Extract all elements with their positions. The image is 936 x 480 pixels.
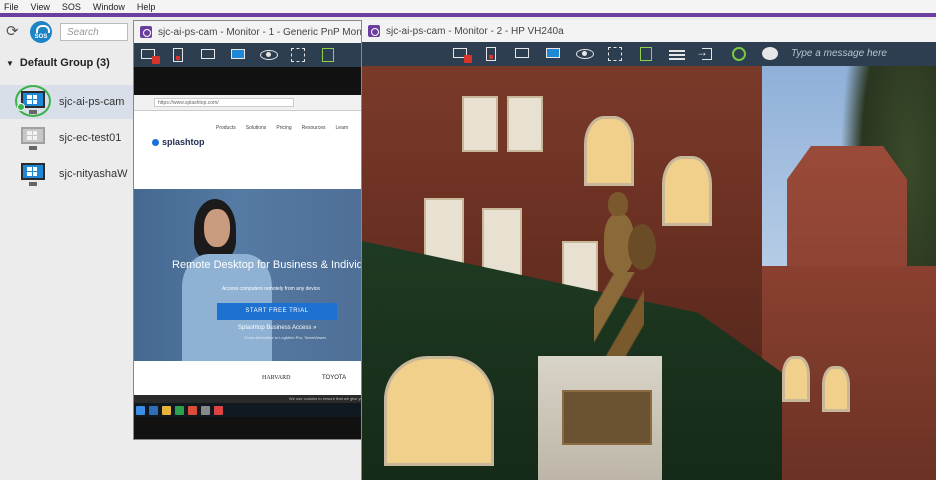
left-toolbar: ⟳ SOS Search (0, 17, 135, 47)
lit-arched-window (782, 356, 810, 402)
sos-icon[interactable]: SOS (30, 21, 52, 43)
device-name: sjc-nityashaW (59, 168, 128, 180)
record-icon[interactable] (483, 47, 501, 61)
cookie-banner: We use cookies to ensure that we give yo… (134, 395, 362, 403)
business-access-link: Splashtop Business Access » (238, 325, 317, 331)
browser-address-bar: https://www.splashtop.com/ (134, 95, 362, 111)
chat-icon[interactable] (762, 47, 780, 61)
switch-monitor-icon[interactable] (200, 48, 218, 62)
menu-view[interactable]: View (27, 2, 58, 12)
fullscreen-icon[interactable] (607, 47, 625, 61)
building-window (462, 96, 498, 152)
group-label: Default Group (3) (19, 57, 110, 69)
windows-monitor-icon (19, 125, 47, 151)
view-only-eye-icon[interactable] (260, 48, 278, 62)
start-icon (136, 405, 145, 415)
hero-person-image (182, 199, 282, 369)
nav-link: Pricing (276, 125, 292, 131)
menu-window[interactable]: Window (89, 2, 133, 12)
remote-screen-2[interactable] (362, 66, 936, 480)
menu-sos[interactable]: SOS (58, 2, 89, 12)
menu-file[interactable]: File (0, 2, 27, 12)
windows-monitor-icon (19, 161, 47, 187)
splashtop-app-icon (368, 25, 380, 37)
lit-arched-window (822, 366, 850, 412)
menu-help[interactable]: Help (133, 2, 164, 12)
remote-window-monitor-2[interactable]: sjc-ai-ps-cam - Monitor - 2 - HP VH240a … (361, 20, 936, 480)
logo-text: splashtop (162, 137, 205, 147)
bronze-plaque (562, 390, 652, 445)
file-transfer-icon[interactable] (696, 45, 718, 61)
nav-link: Products (216, 125, 236, 131)
building-window (507, 96, 543, 152)
screen-share-icon[interactable] (638, 47, 656, 61)
logo-mark-icon (152, 138, 159, 146)
group-header[interactable]: ▼ Default Group (3) (6, 57, 110, 69)
business-access-subtext: Great alternative to LogMeIn Pro, TeamVi… (244, 335, 327, 340)
multi-monitor-icon[interactable] (545, 47, 563, 61)
search-placeholder: Search (67, 26, 99, 38)
sos-label: SOS (34, 34, 48, 40)
nav-link: Solutions (245, 125, 267, 131)
refresh-icon[interactable]: ⟳ (6, 24, 22, 40)
device-list-pane: ⟳ SOS Search ▼ Default Group (3) sjc-ai-… (0, 17, 135, 480)
status-ring-icon[interactable] (731, 47, 749, 61)
hero-title: Remote Desktop for Business & Individual… (172, 259, 362, 271)
windows-monitor-icon (15, 85, 51, 117)
remote-screen-1[interactable]: https://www.splashtop.com/ Products Solu… (134, 67, 362, 439)
device-item[interactable]: sjc-nityashaW (0, 157, 135, 191)
window-title: sjc-ai-ps-cam - Monitor - 1 - Generic Pn… (158, 26, 362, 38)
lit-arched-window (384, 356, 494, 466)
window-title-bar[interactable]: sjc-ai-ps-cam - Monitor - 1 - Generic Pn… (134, 21, 362, 43)
view-only-eye-icon[interactable] (576, 47, 594, 61)
device-name: sjc-ec-test01 (59, 132, 122, 144)
session-toolbar: Type a message here (362, 42, 936, 66)
device-name: sjc-ai-ps-cam (59, 96, 125, 108)
nav-link: Resources (301, 125, 326, 131)
chrome-icon (188, 405, 197, 415)
trojan-statue (584, 184, 664, 359)
arched-window (662, 156, 712, 226)
website-nav: Products Solutions Pricing Resources Lea… (216, 125, 348, 131)
remote-window-monitor-1[interactable]: sjc-ai-ps-cam - Monitor - 1 - Generic Pn… (133, 20, 363, 440)
customer-logos: HARVARD TOYOTA (134, 361, 362, 395)
harvard-logo: HARVARD (262, 375, 291, 381)
start-free-trial-button: START FREE TRIAL (217, 303, 337, 320)
switch-monitor-icon[interactable] (514, 47, 532, 61)
online-dot-icon (17, 103, 25, 111)
ie-icon (149, 405, 158, 415)
fullscreen-icon[interactable] (290, 48, 308, 62)
toyota-logo: TOYOTA (322, 375, 347, 381)
remote-taskbar (134, 403, 362, 417)
device-item[interactable]: sjc-ai-ps-cam (0, 85, 135, 119)
splashtop-logo: splashtop (152, 137, 205, 147)
device-item[interactable]: sjc-ec-test01 (0, 121, 135, 155)
chat-message-input[interactable]: Type a message here (787, 46, 895, 62)
building-window (482, 208, 522, 278)
record-icon[interactable] (170, 48, 188, 62)
search-input[interactable]: Search (60, 23, 128, 41)
expand-arrow-icon[interactable]: ▼ (6, 59, 14, 68)
browser-url: https://www.splashtop.com/ (154, 98, 294, 107)
excel-icon (175, 405, 184, 415)
splashtop-app-icon (140, 26, 152, 38)
arched-window (584, 116, 634, 186)
window-title: sjc-ai-ps-cam - Monitor - 2 - HP VH240a (386, 25, 564, 37)
website-page: Products Solutions Pricing Resources Lea… (134, 111, 362, 371)
disconnect-icon[interactable] (140, 48, 160, 64)
hero-banner: Remote Desktop for Business & Individual… (134, 189, 362, 371)
nav-link: Learn (335, 125, 349, 131)
multi-monitor-icon[interactable] (230, 48, 248, 62)
window-title-bar[interactable]: sjc-ai-ps-cam - Monitor - 2 - HP VH240a (362, 20, 936, 42)
app-icon (214, 405, 223, 415)
disconnect-icon[interactable] (452, 47, 472, 63)
hero-subtitle: Access computers remotely from any devic… (222, 286, 321, 292)
accent-divider (0, 13, 936, 17)
screen-share-icon[interactable] (320, 48, 338, 62)
session-toolbar (134, 43, 362, 67)
explorer-icon (162, 405, 171, 415)
app-icon (201, 405, 210, 415)
settings-sliders-icon[interactable] (669, 47, 687, 61)
menu-bar: File View SOS Window Help (0, 0, 936, 13)
